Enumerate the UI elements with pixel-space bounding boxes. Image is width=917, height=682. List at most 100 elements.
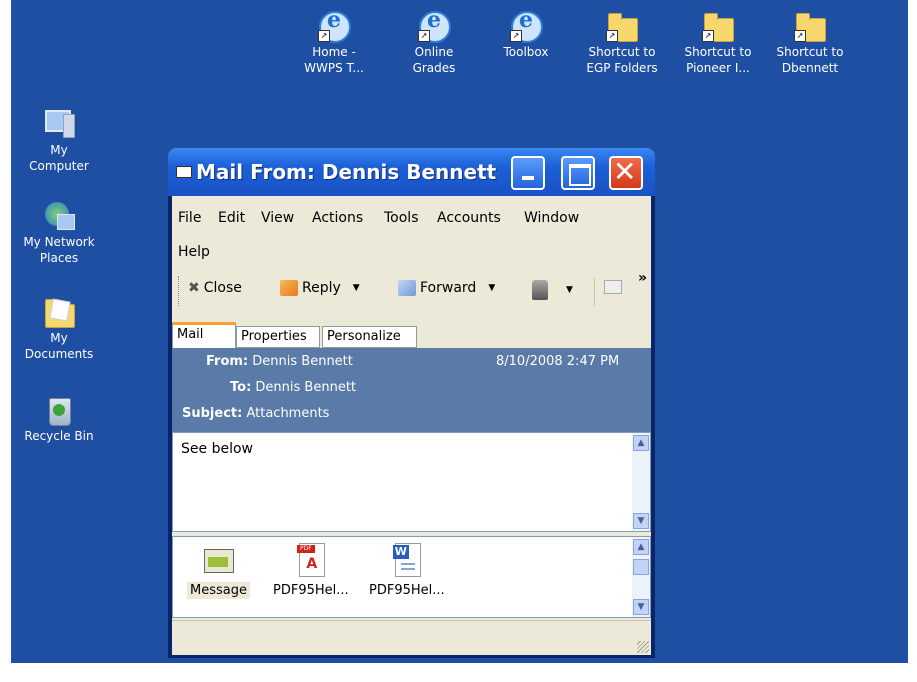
pdf-icon: PDF A xyxy=(296,543,325,577)
documents-icon xyxy=(43,296,75,328)
toolbar-overflow-chevron[interactable]: » xyxy=(638,270,647,286)
mail-envelope-icon xyxy=(176,166,192,178)
attachments-scrollbar[interactable]: ▲ ▼ xyxy=(632,537,650,617)
close-icon: ✕ xyxy=(613,155,637,188)
desktop-icon-label: My Network xyxy=(23,235,95,249)
desktop-icon-toolbox[interactable]: ↗ Toolbox xyxy=(481,10,571,60)
desktop-icon-label: WWPS T... xyxy=(304,61,364,75)
desktop-icon-label: Documents xyxy=(24,347,94,361)
desktop-icon-label: My xyxy=(50,331,68,345)
desktop-icon-label: My xyxy=(50,143,68,157)
desktop-icon-label: Grades xyxy=(412,61,456,75)
attachment-label: PDF95Hel... xyxy=(273,583,349,598)
menu-view[interactable]: View xyxy=(261,210,294,226)
attachment-message[interactable]: Message xyxy=(187,543,250,599)
subject-row: Subject: Attachments xyxy=(182,406,329,421)
desktop-icon-label: Online xyxy=(414,45,454,59)
desktop-icon-recycle-bin[interactable]: Recycle Bin xyxy=(14,394,104,444)
desktop-icon-my-computer[interactable]: My Computer xyxy=(14,108,104,174)
folder-shortcut-icon: ↗ xyxy=(702,10,734,42)
attachment-pdf[interactable]: PDF A PDF95Hel... xyxy=(273,543,349,598)
status-bar xyxy=(172,620,651,655)
desktop-icon-label: Shortcut to xyxy=(684,45,752,59)
attachment-label: Message xyxy=(187,582,250,599)
scroll-thumb[interactable] xyxy=(633,559,649,575)
reply-button[interactable]: Reply ▼ xyxy=(280,280,360,296)
menu-edit[interactable]: Edit xyxy=(218,210,245,226)
menu-tools[interactable]: Tools xyxy=(384,210,419,226)
toolbar: ✖ Close Reply ▼ Forward ▼ ▼ » xyxy=(172,270,651,314)
minimize-button[interactable] xyxy=(511,156,545,190)
forward-button-label: Forward xyxy=(420,280,477,296)
folder-shortcut-icon: ↗ xyxy=(794,10,826,42)
menu-actions[interactable]: Actions xyxy=(312,210,363,226)
ie-shortcut-icon: ↗ xyxy=(510,10,543,43)
maximize-icon xyxy=(569,164,591,186)
menu-accounts[interactable]: Accounts xyxy=(437,210,501,226)
computer-icon xyxy=(43,108,75,140)
from-value: Dennis Bennett xyxy=(252,354,353,369)
tab-mail[interactable]: Mail xyxy=(172,322,236,348)
forward-dropdown-arrow-icon[interactable]: ▼ xyxy=(488,283,495,293)
message-body[interactable]: See below ▲ ▼ xyxy=(172,432,651,532)
to-row: To: Dennis Bennett xyxy=(230,380,356,395)
network-icon xyxy=(43,200,75,232)
attachment-word-doc[interactable]: W PDF95Hel... xyxy=(369,543,445,598)
desktop-icon-egp-folders[interactable]: ↗ Shortcut to EGP Folders xyxy=(577,10,667,76)
desktop-icon-label: Toolbox xyxy=(503,45,549,59)
from-row: From: Dennis Bennett xyxy=(206,354,353,369)
scroll-up-arrow-icon[interactable]: ▲ xyxy=(633,539,649,555)
toolbar-grip[interactable] xyxy=(178,276,181,306)
desktop-icon-home-wwps[interactable]: ↗ Home - WWPS T... xyxy=(289,10,379,76)
date-value: 8/10/2008 2:47 PM xyxy=(496,354,620,369)
body-scrollbar[interactable]: ▲ ▼ xyxy=(632,433,650,531)
resize-grip[interactable] xyxy=(637,641,649,653)
desktop-icon-label: Shortcut to xyxy=(776,45,844,59)
close-button-label: Close xyxy=(203,280,242,296)
close-button[interactable]: ✖ Close xyxy=(188,280,242,296)
from-label: From: xyxy=(206,354,249,369)
desktop-icon-label: EGP Folders xyxy=(586,61,658,75)
delete-button[interactable]: ▼ xyxy=(532,280,573,300)
message-header: From: Dennis Bennett 8/10/2008 2:47 PM T… xyxy=(172,348,651,432)
scroll-up-arrow-icon[interactable]: ▲ xyxy=(633,435,649,451)
scroll-down-arrow-icon[interactable]: ▼ xyxy=(633,599,649,615)
maximize-button[interactable] xyxy=(561,156,595,190)
to-value: Dennis Bennett xyxy=(255,380,357,395)
reply-icon xyxy=(280,280,298,296)
mark-message-button[interactable] xyxy=(604,280,622,294)
desktop-icon-label: Places xyxy=(39,251,79,265)
word-doc-icon: W xyxy=(392,543,421,577)
close-window-button[interactable]: ✕ xyxy=(609,155,643,190)
window-title: Mail From: Dennis Bennett xyxy=(196,160,497,184)
toolbar-separator xyxy=(594,278,595,306)
forward-icon xyxy=(398,280,416,296)
scroll-down-arrow-icon[interactable]: ▼ xyxy=(633,513,649,529)
desktop-icon-online-grades[interactable]: ↗ Online Grades xyxy=(389,10,479,76)
menu-help[interactable]: Help xyxy=(178,244,210,260)
title-bar[interactable]: Mail From: Dennis Bennett ✕ xyxy=(168,148,655,196)
desktop-icon-label: Dbennett xyxy=(781,61,839,75)
subject-value: Attachments xyxy=(246,406,330,421)
mail-window: Mail From: Dennis Bennett ✕ File Edit Vi… xyxy=(168,148,655,658)
menu-file[interactable]: File xyxy=(178,210,201,226)
delete-dropdown-arrow-icon[interactable]: ▼ xyxy=(566,285,573,295)
tab-properties[interactable]: Properties xyxy=(236,326,320,348)
tab-personalize[interactable]: Personalize xyxy=(322,326,417,348)
desktop-icon-label: Computer xyxy=(29,159,89,173)
forward-button[interactable]: Forward ▼ xyxy=(398,280,495,296)
menu-window[interactable]: Window xyxy=(524,210,579,226)
folder-shortcut-icon: ↗ xyxy=(606,10,638,42)
desktop-icon-pioneer[interactable]: ↗ Shortcut to Pioneer I... xyxy=(673,10,763,76)
desktop-icon-dbennett[interactable]: ↗ Shortcut to Dbennett xyxy=(765,10,855,76)
reply-button-label: Reply xyxy=(302,280,341,296)
desktop-icon-my-network-places[interactable]: My Network Places xyxy=(14,200,104,266)
window-client: File Edit View Actions Tools Accounts Wi… xyxy=(172,196,651,655)
to-label: To: xyxy=(230,380,252,395)
desktop-icon-my-documents[interactable]: My Documents xyxy=(14,296,104,362)
ie-shortcut-icon: ↗ xyxy=(418,10,451,43)
attachments-pane: Message PDF A PDF95Hel... W PDF95Hel... xyxy=(172,536,651,618)
minimize-icon xyxy=(522,176,534,180)
reply-dropdown-arrow-icon[interactable]: ▼ xyxy=(353,283,360,293)
message-body-text: See below xyxy=(181,441,253,457)
